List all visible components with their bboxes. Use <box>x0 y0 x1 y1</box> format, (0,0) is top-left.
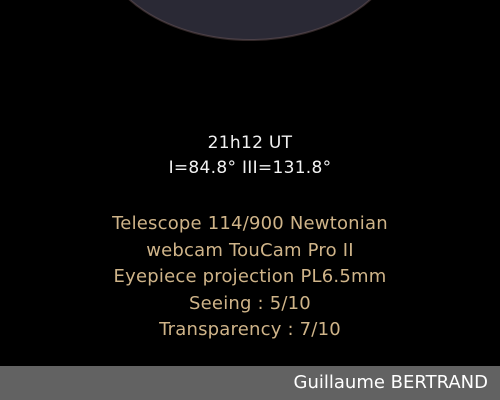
observation-time-block: 21h12 UT I=84.8° III=131.8° <box>0 131 500 181</box>
observation-time: 21h12 UT <box>207 133 293 153</box>
seeing-info: Seeing : 5/10 <box>189 292 311 314</box>
telescope-info: Telescope 114/900 Newtonian <box>112 213 388 234</box>
transparency-info: Transparency : 7/10 <box>159 319 341 340</box>
camera-info: webcam TouCam Pro II <box>146 239 354 261</box>
credit-bar: Guillaume BERTRAND <box>0 366 500 400</box>
eyepiece-info: Eyepiece projection PL6.5mm <box>113 266 387 287</box>
astrophoto: 21h12 UT I=84.8° III=131.8° Telescope 11… <box>0 0 500 400</box>
equipment-info-block: Telescope 114/900 Newtonian webcam TouCa… <box>0 211 500 344</box>
author-credit: Guillaume BERTRAND <box>293 372 488 393</box>
planet-limb <box>128 0 372 41</box>
central-meridian-longitudes: I=84.8° III=131.8° <box>168 158 332 178</box>
